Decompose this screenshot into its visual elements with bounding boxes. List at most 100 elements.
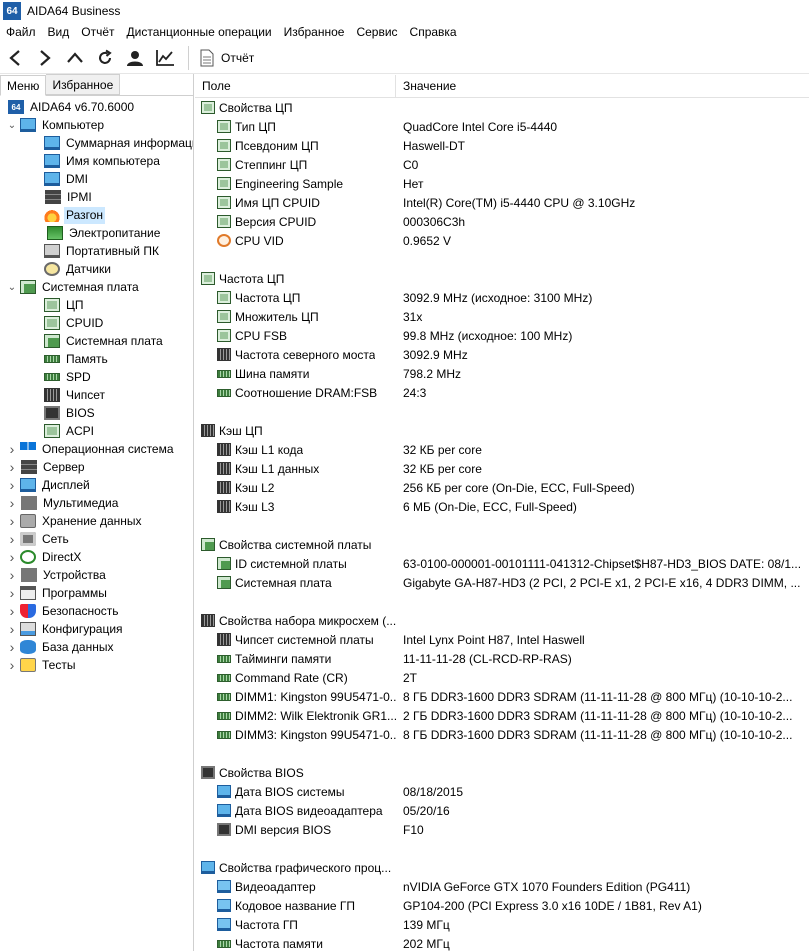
tree-item[interactable]: 64 AIDA64 v6.70.6000: [0, 98, 193, 116]
chevron-right-icon[interactable]: ›: [6, 639, 18, 655]
property-row[interactable]: Системная плата Gigabyte GA-H87-HD3 (2 PC…: [195, 573, 809, 592]
property-row[interactable]: Частота северного моста 3092.9 MHz: [195, 345, 809, 364]
property-row[interactable]: Чипсет системной платы Intel Lynx Point H…: [195, 630, 809, 649]
property-row[interactable]: CPU VID 0.9652 V: [195, 231, 809, 250]
property-row[interactable]: DIMM2: Wilk Elektronik GR1... 2 ГБ DDR3-1…: [195, 706, 809, 725]
section-header[interactable]: Свойства набора микросхем (...: [195, 611, 809, 630]
property-row[interactable]: Версия CPUID 000306C3h: [195, 212, 809, 231]
chevron-right-icon[interactable]: ›: [6, 513, 18, 529]
property-row[interactable]: Кэш L1 данных 32 КБ per core: [195, 459, 809, 478]
property-row[interactable]: Частота ЦП 3092.9 MHz (исходное: 3100 MHz…: [195, 288, 809, 307]
tree-item[interactable]: › Операционная система: [0, 440, 193, 458]
tree-item[interactable]: DMI: [0, 170, 193, 188]
tree-item[interactable]: IPMI: [0, 188, 193, 206]
tree-item[interactable]: BIOS: [0, 404, 193, 422]
chevron-down-icon[interactable]: ⌄: [6, 119, 18, 131]
tree-item[interactable]: › Сеть: [0, 530, 193, 548]
tree-item[interactable]: › Дисплей: [0, 476, 193, 494]
property-row[interactable]: Шина памяти 798.2 MHz: [195, 364, 809, 383]
tree-item[interactable]: › Сервер: [0, 458, 193, 476]
menu-item[interactable]: Дистанционные операции: [121, 22, 278, 42]
tree-item[interactable]: Портативный ПК: [0, 242, 193, 260]
property-row[interactable]: Кэш L3 6 МБ (On-Die, ECC, Full-Speed): [195, 497, 809, 516]
chevron-right-icon[interactable]: ›: [6, 603, 18, 619]
tab-favorites[interactable]: Избранное: [46, 74, 121, 95]
back-button[interactable]: [0, 44, 30, 72]
tree-item[interactable]: Чипсет: [0, 386, 193, 404]
report-button[interactable]: Отчёт: [195, 49, 258, 67]
chevron-down-icon[interactable]: ⌄: [6, 281, 18, 293]
tree-item[interactable]: Имя компьютера: [0, 152, 193, 170]
menu-item[interactable]: Вид: [42, 22, 76, 42]
tree-item[interactable]: ACPI: [0, 422, 193, 440]
property-row[interactable]: Псевдоним ЦП Haswell-DT: [195, 136, 809, 155]
tree-item[interactable]: › Конфигурация: [0, 620, 193, 638]
section-header[interactable]: Кэш ЦП: [195, 421, 809, 440]
tree-item[interactable]: › Тесты: [0, 656, 193, 674]
property-row[interactable]: Кэш L2 256 КБ per core (On-Die, ECC, Full…: [195, 478, 809, 497]
property-row[interactable]: Engineering Sample Нет: [195, 174, 809, 193]
property-row[interactable]: ID системной платы 63-0100-000001-0010111…: [195, 554, 809, 573]
section-header[interactable]: Свойства ЦП: [195, 98, 809, 117]
menu-item[interactable]: Файл: [0, 22, 42, 42]
property-row[interactable]: Частота памяти 202 МГц: [195, 934, 809, 951]
property-row[interactable]: Кэш L1 кода 32 КБ per core: [195, 440, 809, 459]
chevron-right-icon[interactable]: ›: [6, 621, 18, 637]
tree-item[interactable]: › Мультимедиа: [0, 494, 193, 512]
tree-item[interactable]: › Устройства: [0, 566, 193, 584]
property-row[interactable]: Кодовое название ГП GP104-200 (PCI Expres…: [195, 896, 809, 915]
property-row[interactable]: DIMM1: Kingston 99U5471-0... 8 ГБ DDR3-16…: [195, 687, 809, 706]
menu-item[interactable]: Отчёт: [75, 22, 120, 42]
chevron-right-icon[interactable]: ›: [6, 495, 18, 511]
property-row[interactable]: Видеоадаптер nVIDIA GeForce GTX 1070 Foun…: [195, 877, 809, 896]
tree-item[interactable]: ЦП: [0, 296, 193, 314]
property-row[interactable]: Частота ГП 139 МГц: [195, 915, 809, 934]
tree-item[interactable]: Суммарная информация: [0, 134, 193, 152]
forward-button[interactable]: [30, 44, 60, 72]
chevron-right-icon[interactable]: ›: [6, 441, 18, 457]
tree-item[interactable]: Системная плата: [0, 332, 193, 350]
section-header[interactable]: Частота ЦП: [195, 269, 809, 288]
tree-item[interactable]: › DirectX: [0, 548, 193, 566]
section-header[interactable]: Свойства системной платы: [195, 535, 809, 554]
tree-item[interactable]: Память: [0, 350, 193, 368]
section-header[interactable]: Свойства графического проц...: [195, 858, 809, 877]
property-row[interactable]: Тип ЦП QuadCore Intel Core i5-4440: [195, 117, 809, 136]
property-row[interactable]: Тайминги памяти 11-11-11-28 (CL-RCD-RP-RA…: [195, 649, 809, 668]
up-button[interactable]: [60, 44, 90, 72]
tree-item[interactable]: › Хранение данных: [0, 512, 193, 530]
tree-item[interactable]: › База данных: [0, 638, 193, 656]
property-row[interactable]: DIMM3: Kingston 99U5471-0... 8 ГБ DDR3-16…: [195, 725, 809, 744]
property-row[interactable]: Дата BIOS видеоадаптера 05/20/16: [195, 801, 809, 820]
column-header-field[interactable]: Поле: [195, 74, 396, 97]
chevron-right-icon[interactable]: ›: [6, 549, 18, 565]
property-row[interactable]: CPU FSB 99.8 MHz (исходное: 100 MHz): [195, 326, 809, 345]
user-button[interactable]: [120, 44, 150, 72]
property-row[interactable]: DMI версия BIOS F10: [195, 820, 809, 839]
property-row[interactable]: Соотношение DRAM:FSB 24:3: [195, 383, 809, 402]
property-row[interactable]: Command Rate (CR) 2T: [195, 668, 809, 687]
tab-menu[interactable]: Меню: [0, 75, 47, 96]
chevron-right-icon[interactable]: ›: [6, 531, 18, 547]
column-header-value[interactable]: Значение: [396, 75, 456, 97]
section-header[interactable]: Свойства BIOS: [195, 763, 809, 782]
chevron-right-icon[interactable]: ›: [6, 459, 18, 475]
property-row[interactable]: Дата BIOS системы 08/18/2015: [195, 782, 809, 801]
tree-item[interactable]: SPD: [0, 368, 193, 386]
tree-item[interactable]: CPUID: [0, 314, 193, 332]
property-row[interactable]: Множитель ЦП 31x: [195, 307, 809, 326]
chevron-right-icon[interactable]: ›: [6, 585, 18, 601]
tree-item[interactable]: › Программы: [0, 584, 193, 602]
chevron-right-icon[interactable]: ›: [6, 657, 18, 673]
benchmark-button[interactable]: [150, 44, 180, 72]
tree-item[interactable]: ⌄ Компьютер: [0, 116, 193, 134]
menu-item[interactable]: Избранное: [278, 22, 351, 42]
menu-item[interactable]: Сервис: [350, 22, 403, 42]
property-row[interactable]: Имя ЦП CPUID Intel(R) Core(TM) i5-4440 CP…: [195, 193, 809, 212]
tree-item[interactable]: Разгон: [0, 206, 193, 224]
chevron-right-icon[interactable]: ›: [6, 567, 18, 583]
tree-item[interactable]: › Безопасность: [0, 602, 193, 620]
tree-item[interactable]: Датчики: [0, 260, 193, 278]
tree-item[interactable]: ⌄ Системная плата: [0, 278, 193, 296]
refresh-button[interactable]: [90, 44, 120, 72]
